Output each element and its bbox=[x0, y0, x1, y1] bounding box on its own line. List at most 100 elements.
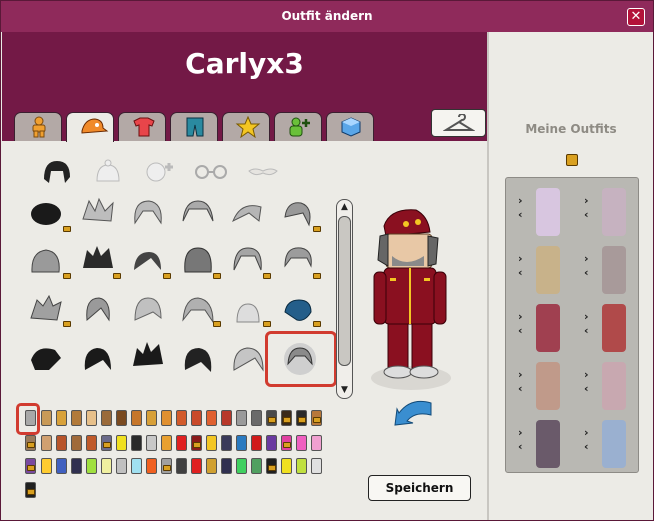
outfit-slot[interactable] bbox=[602, 188, 626, 236]
scroll-thumb[interactable] bbox=[338, 216, 351, 366]
arrow-left-icon[interactable]: ‹ bbox=[518, 441, 523, 452]
hair-item[interactable] bbox=[181, 197, 215, 227]
color-swatch[interactable] bbox=[71, 458, 82, 474]
color-swatch[interactable] bbox=[131, 435, 142, 451]
tab-bottoms[interactable] bbox=[170, 112, 218, 141]
tab-body[interactable] bbox=[14, 112, 62, 141]
color-swatch[interactable] bbox=[251, 458, 262, 474]
color-swatch[interactable] bbox=[101, 458, 112, 474]
outfit-slot[interactable] bbox=[536, 304, 560, 352]
save-button[interactable]: Speichern bbox=[368, 475, 471, 501]
arrow-left-icon[interactable]: ‹ bbox=[584, 209, 589, 220]
color-swatch[interactable] bbox=[191, 458, 202, 474]
head-accessory-icon[interactable] bbox=[143, 159, 177, 185]
arrow-right-icon[interactable]: › bbox=[518, 427, 523, 438]
color-swatch[interactable] bbox=[56, 435, 67, 451]
hair-item[interactable] bbox=[131, 246, 165, 276]
color-swatch[interactable] bbox=[146, 435, 157, 451]
hair-item[interactable] bbox=[281, 244, 315, 274]
color-swatch[interactable] bbox=[116, 410, 127, 426]
color-swatch[interactable] bbox=[221, 458, 232, 474]
tab-effects[interactable] bbox=[222, 112, 270, 141]
hair-item[interactable] bbox=[231, 296, 265, 326]
color-swatch[interactable] bbox=[176, 435, 187, 451]
color-swatch[interactable] bbox=[206, 458, 217, 474]
color-swatch[interactable] bbox=[41, 410, 52, 426]
tab-extras[interactable] bbox=[326, 112, 374, 141]
hat-category-icon[interactable] bbox=[93, 159, 123, 185]
hair-item[interactable] bbox=[29, 199, 63, 229]
outfit-slot[interactable] bbox=[602, 362, 626, 410]
color-swatch[interactable] bbox=[191, 410, 202, 426]
color-swatch[interactable] bbox=[101, 410, 112, 426]
outfit-slot[interactable] bbox=[602, 246, 626, 294]
color-swatch[interactable] bbox=[176, 458, 187, 474]
color-swatch[interactable] bbox=[116, 458, 127, 474]
outfit-slot[interactable] bbox=[536, 246, 560, 294]
arrow-right-icon[interactable]: › bbox=[518, 253, 523, 264]
rotate-avatar-icon[interactable] bbox=[391, 393, 437, 427]
arrow-left-icon[interactable]: ‹ bbox=[518, 209, 523, 220]
hair-item[interactable] bbox=[29, 246, 63, 276]
arrow-left-icon[interactable]: ‹ bbox=[584, 383, 589, 394]
color-swatch[interactable] bbox=[221, 410, 232, 426]
color-swatch[interactable] bbox=[56, 410, 67, 426]
arrow-left-icon[interactable]: ‹ bbox=[584, 267, 589, 278]
glasses-icon[interactable] bbox=[193, 159, 229, 185]
color-swatch[interactable] bbox=[161, 435, 172, 451]
hair-item[interactable] bbox=[231, 344, 265, 374]
outfit-slot[interactable] bbox=[536, 188, 560, 236]
color-swatch[interactable] bbox=[56, 458, 67, 474]
outfit-slot[interactable] bbox=[536, 362, 560, 410]
arrow-right-icon[interactable]: › bbox=[584, 253, 589, 264]
scroll-up-icon[interactable]: ▲ bbox=[339, 202, 350, 213]
arrow-left-icon[interactable]: ‹ bbox=[518, 383, 523, 394]
tab-tops[interactable] bbox=[118, 112, 166, 141]
color-swatch[interactable] bbox=[236, 410, 247, 426]
color-swatch[interactable] bbox=[131, 410, 142, 426]
color-swatch[interactable] bbox=[41, 435, 52, 451]
arrow-left-icon[interactable]: ‹ bbox=[584, 325, 589, 336]
hair-item[interactable] bbox=[181, 344, 215, 374]
hair-category-icon[interactable] bbox=[41, 159, 73, 185]
hair-item[interactable] bbox=[281, 296, 315, 326]
color-swatch[interactable] bbox=[86, 458, 97, 474]
wardrobe-button[interactable] bbox=[431, 109, 486, 137]
arrow-left-icon[interactable]: ‹ bbox=[584, 441, 589, 452]
arrow-right-icon[interactable]: › bbox=[584, 195, 589, 206]
color-swatch[interactable] bbox=[146, 458, 157, 474]
color-swatch[interactable] bbox=[251, 435, 262, 451]
color-swatch[interactable] bbox=[266, 435, 277, 451]
hair-scrollbar[interactable]: ▲ ▼ bbox=[336, 199, 353, 399]
color-swatch[interactable] bbox=[311, 458, 322, 474]
color-swatch[interactable] bbox=[281, 458, 292, 474]
hair-item[interactable] bbox=[181, 294, 215, 324]
color-swatch[interactable] bbox=[296, 435, 307, 451]
color-swatch[interactable] bbox=[41, 458, 52, 474]
tab-pets[interactable] bbox=[274, 112, 322, 141]
color-swatch[interactable] bbox=[161, 410, 172, 426]
hair-item[interactable] bbox=[131, 197, 165, 227]
hair-item[interactable] bbox=[29, 294, 63, 324]
hair-item[interactable] bbox=[231, 244, 265, 274]
hair-item[interactable] bbox=[231, 199, 265, 229]
arrow-left-icon[interactable]: ‹ bbox=[518, 267, 523, 278]
color-swatch[interactable] bbox=[311, 435, 322, 451]
arrow-right-icon[interactable]: › bbox=[518, 311, 523, 322]
scroll-down-icon[interactable]: ▼ bbox=[339, 385, 350, 396]
hair-item[interactable] bbox=[81, 197, 115, 227]
arrow-right-icon[interactable]: › bbox=[584, 311, 589, 322]
arrow-left-icon[interactable]: ‹ bbox=[518, 325, 523, 336]
outfit-slot[interactable] bbox=[602, 304, 626, 352]
color-swatch[interactable] bbox=[296, 458, 307, 474]
color-swatch[interactable] bbox=[236, 458, 247, 474]
color-swatch[interactable] bbox=[146, 410, 157, 426]
color-swatch[interactable] bbox=[206, 410, 217, 426]
hair-item[interactable] bbox=[281, 199, 315, 229]
color-swatch[interactable] bbox=[221, 435, 232, 451]
color-swatch[interactable] bbox=[86, 435, 97, 451]
close-button[interactable]: ✕ bbox=[627, 8, 645, 26]
hair-item[interactable] bbox=[81, 244, 115, 274]
color-swatch[interactable] bbox=[86, 410, 97, 426]
arrow-right-icon[interactable]: › bbox=[584, 427, 589, 438]
